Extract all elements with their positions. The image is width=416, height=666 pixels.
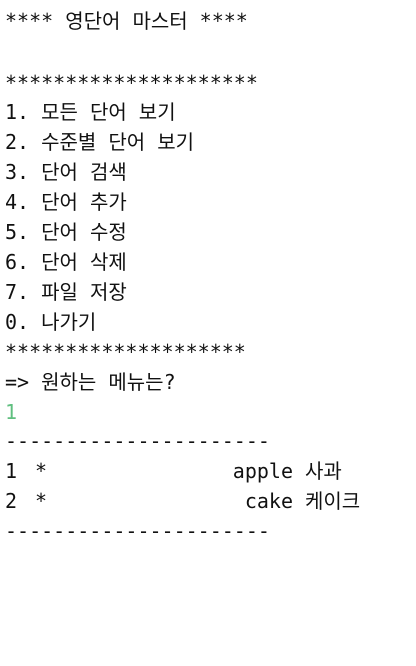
word-english: apple [232, 459, 293, 483]
list-divider-bottom: ---------------------- [5, 519, 270, 543]
word-level: * [35, 489, 48, 513]
word-meaning: 사과 [305, 459, 342, 483]
word-level: * [35, 459, 48, 483]
word-meaning: 케이크 [305, 489, 361, 513]
menu-item-exit: 0. 나가기 [5, 310, 97, 334]
word-index: 1 [5, 459, 18, 483]
list-divider-top: ---------------------- [5, 429, 270, 453]
menu-item-search: 3. 단어 검색 [5, 160, 127, 184]
menu-item-all-words: 1. 모든 단어 보기 [5, 100, 176, 124]
menu-item-delete: 6. 단어 삭제 [5, 250, 127, 274]
menu-item-save-file: 7. 파일 저장 [5, 280, 127, 304]
menu-input[interactable]: 1 [5, 397, 17, 427]
word-row: 1 * apple 사과 [5, 456, 385, 486]
menu-item-by-level: 2. 수준별 단어 보기 [5, 130, 195, 154]
menu-item-add: 4. 단어 추가 [5, 190, 127, 214]
terminal-window: **** 영단어 마스터 **** ********************* … [0, 0, 416, 560]
menu-separator-bottom: ******************** [5, 340, 246, 364]
word-index: 2 [5, 489, 18, 513]
word-english: cake [244, 489, 293, 513]
menu-separator-top: ********************* [5, 71, 258, 95]
menu-item-edit: 5. 단어 수정 [5, 220, 127, 244]
banner-title: **** 영단어 마스터 **** [5, 9, 248, 33]
menu-prompt: => 원하는 메뉴는? [5, 370, 176, 394]
word-row: 2 * cake 케이크 [5, 486, 385, 516]
